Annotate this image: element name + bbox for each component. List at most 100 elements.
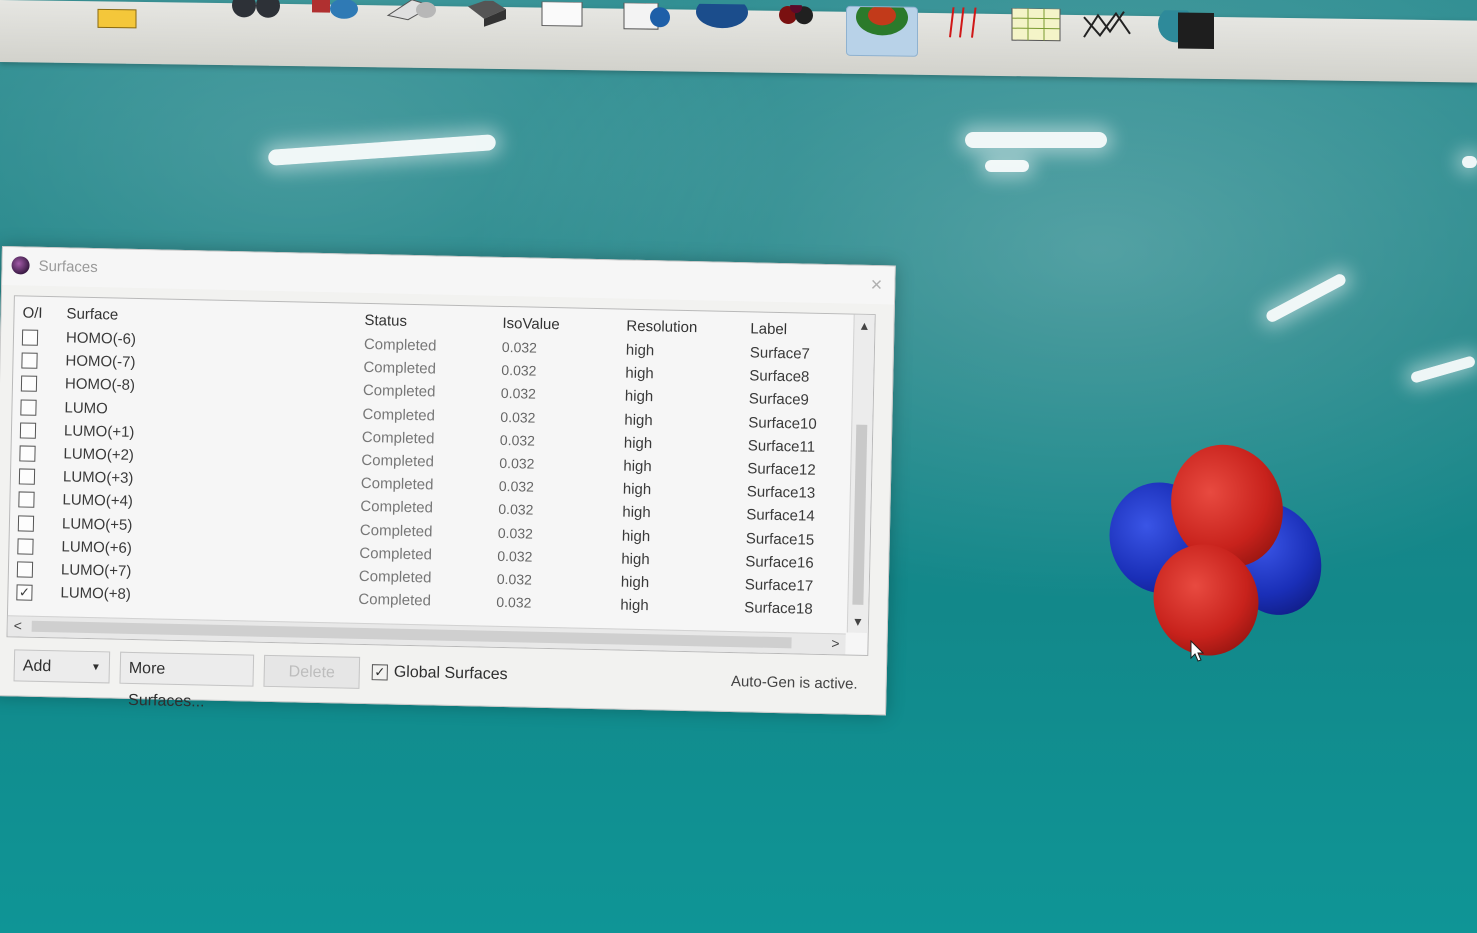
row-visibility-checkbox[interactable] — [21, 329, 39, 346]
resolution-cell[interactable]: high — [623, 481, 652, 499]
isovalue-cell[interactable]: 0.032 — [499, 478, 534, 495]
label-cell[interactable]: Surface17 — [745, 576, 814, 594]
scroll-thumb[interactable] — [852, 424, 868, 605]
isovalue-cell[interactable]: 0.032 — [501, 385, 536, 402]
row-visibility-checkbox[interactable] — [19, 445, 36, 462]
row-visibility-checkbox[interactable] — [17, 514, 35, 532]
row-visibility-checkbox[interactable]: ✓ — [16, 584, 33, 601]
status-cell: Completed — [360, 475, 434, 494]
toolbar-button-plane[interactable] — [382, 0, 438, 48]
toolbar-button-globe[interactable] — [1156, 6, 1220, 59]
label-cell[interactable]: Surface14 — [746, 507, 815, 525]
resolution-cell[interactable]: high — [624, 411, 653, 429]
resolution-cell[interactable]: high — [622, 527, 651, 545]
isovalue-cell[interactable]: 0.032 — [497, 548, 532, 565]
row-visibility-checkbox[interactable] — [21, 352, 38, 369]
toolbar-button-spreadsheet[interactable] — [1008, 7, 1064, 57]
row-visibility-checkbox[interactable] — [18, 468, 36, 485]
resolution-cell[interactable]: high — [624, 434, 653, 452]
label-cell[interactable]: Surface10 — [748, 414, 817, 432]
toolbar-button-graph[interactable] — [1080, 9, 1136, 58]
surface-name: LUMO(+7) — [60, 561, 132, 580]
chevron-down-icon[interactable]: ▼ — [91, 652, 102, 684]
dialog-button-bar: Add ▼ More Surfaces... Delete ✓ Global S… — [5, 647, 866, 711]
light-reflection — [1264, 272, 1348, 324]
isovalue-cell[interactable]: 0.032 — [502, 339, 537, 356]
molecule-icon — [97, 8, 137, 29]
column-header-onoff[interactable]: O/I — [22, 304, 42, 321]
toolbar-button-info[interactable] — [694, 0, 750, 53]
dialog-titlebar[interactable]: Surfaces × — [2, 247, 895, 305]
isovalue-cell[interactable]: 0.032 — [496, 594, 531, 611]
document-icon — [623, 2, 670, 30]
resolution-cell[interactable]: high — [625, 365, 654, 383]
close-button[interactable]: × — [870, 274, 882, 297]
column-header-isovalue[interactable]: IsoValue — [502, 315, 560, 333]
row-visibility-checkbox[interactable] — [19, 422, 37, 439]
surface-name: LUMO(+6) — [61, 538, 133, 557]
toolbar-button-box[interactable] — [536, 1, 592, 50]
isovalue-cell[interactable]: 0.032 — [499, 455, 534, 472]
toolbar-button-surface[interactable] — [306, 0, 362, 47]
isovalue-cell[interactable]: 0.032 — [501, 362, 536, 379]
column-header-resolution[interactable]: Resolution — [626, 318, 697, 337]
toolbar-button-orbital[interactable] — [770, 1, 826, 54]
app-icon — [11, 256, 30, 275]
row-visibility-checkbox[interactable] — [20, 399, 37, 416]
status-cell: Completed — [362, 382, 436, 401]
scroll-right-icon[interactable]: > — [831, 635, 840, 651]
scroll-thumb[interactable] — [31, 620, 792, 649]
label-cell[interactable]: Surface11 — [748, 437, 816, 455]
status-cell: Completed — [363, 359, 437, 378]
auto-gen-status: Auto-Gen is active. — [730, 673, 858, 693]
global-surfaces-label: Global Surfaces — [393, 663, 508, 684]
label-cell[interactable]: Surface9 — [749, 391, 809, 409]
column-header-status[interactable]: Status — [364, 312, 407, 330]
toolbar-button-document[interactable] — [618, 2, 674, 52]
column-header-label[interactable]: Label — [750, 320, 787, 338]
isovalue-cell[interactable]: 0.032 — [500, 408, 535, 425]
toolbar-button-atoms[interactable] — [228, 0, 284, 46]
isovalue-cell[interactable]: 0.032 — [498, 524, 533, 541]
surface-name: HOMO(-8) — [64, 375, 136, 395]
scroll-up-icon[interactable]: ▲ — [858, 319, 870, 333]
resolution-cell[interactable]: high — [626, 342, 655, 360]
horizontal-scrollbar[interactable]: < > — [7, 615, 846, 655]
isovalue-cell[interactable]: 0.032 — [498, 501, 533, 518]
row-visibility-checkbox[interactable] — [16, 561, 34, 578]
molecular-orbital-surface[interactable] — [1093, 428, 1337, 671]
status-cell: Completed — [358, 590, 432, 610]
toolbar-button-solid[interactable] — [460, 0, 516, 49]
scroll-left-icon[interactable]: < — [14, 617, 23, 633]
column-header-surface[interactable]: Surface — [66, 305, 118, 323]
label-cell[interactable]: Surface16 — [745, 553, 814, 571]
bond-icon — [232, 0, 280, 18]
label-cell[interactable]: Surface13 — [747, 483, 816, 501]
add-button[interactable]: Add ▼ — [13, 649, 111, 684]
delete-button[interactable]: Delete — [263, 654, 361, 689]
light-reflection — [1462, 156, 1477, 168]
isovalue-cell[interactable]: 0.032 — [497, 571, 532, 588]
resolution-cell[interactable]: high — [621, 550, 650, 568]
toolbar-button-spectrum[interactable] — [940, 3, 996, 56]
more-surfaces-button[interactable]: More Surfaces... — [119, 651, 255, 711]
label-cell[interactable]: Surface7 — [750, 344, 810, 362]
row-visibility-checkbox[interactable] — [18, 491, 35, 509]
label-cell[interactable]: Surface8 — [749, 368, 809, 386]
toolbar-button-density[interactable] — [846, 0, 918, 57]
row-visibility-checkbox[interactable] — [17, 538, 34, 555]
resolution-cell[interactable]: high — [622, 504, 651, 522]
label-cell[interactable]: Surface12 — [747, 460, 816, 478]
row-visibility-checkbox[interactable] — [20, 375, 38, 393]
global-surfaces-checkbox[interactable]: ✓ — [371, 664, 388, 681]
label-cell[interactable]: Surface18 — [744, 599, 813, 617]
isovalue-cell[interactable]: 0.032 — [500, 432, 535, 449]
resolution-cell[interactable]: high — [623, 458, 652, 476]
toolbar-button-highlight[interactable] — [90, 0, 146, 44]
label-cell[interactable]: Surface15 — [746, 530, 815, 548]
scroll-down-icon[interactable]: ▼ — [852, 615, 864, 629]
resolution-cell[interactable]: high — [620, 597, 649, 615]
resolution-cell[interactable]: high — [621, 573, 650, 591]
plane-icon — [386, 0, 436, 21]
resolution-cell[interactable]: high — [625, 388, 654, 406]
